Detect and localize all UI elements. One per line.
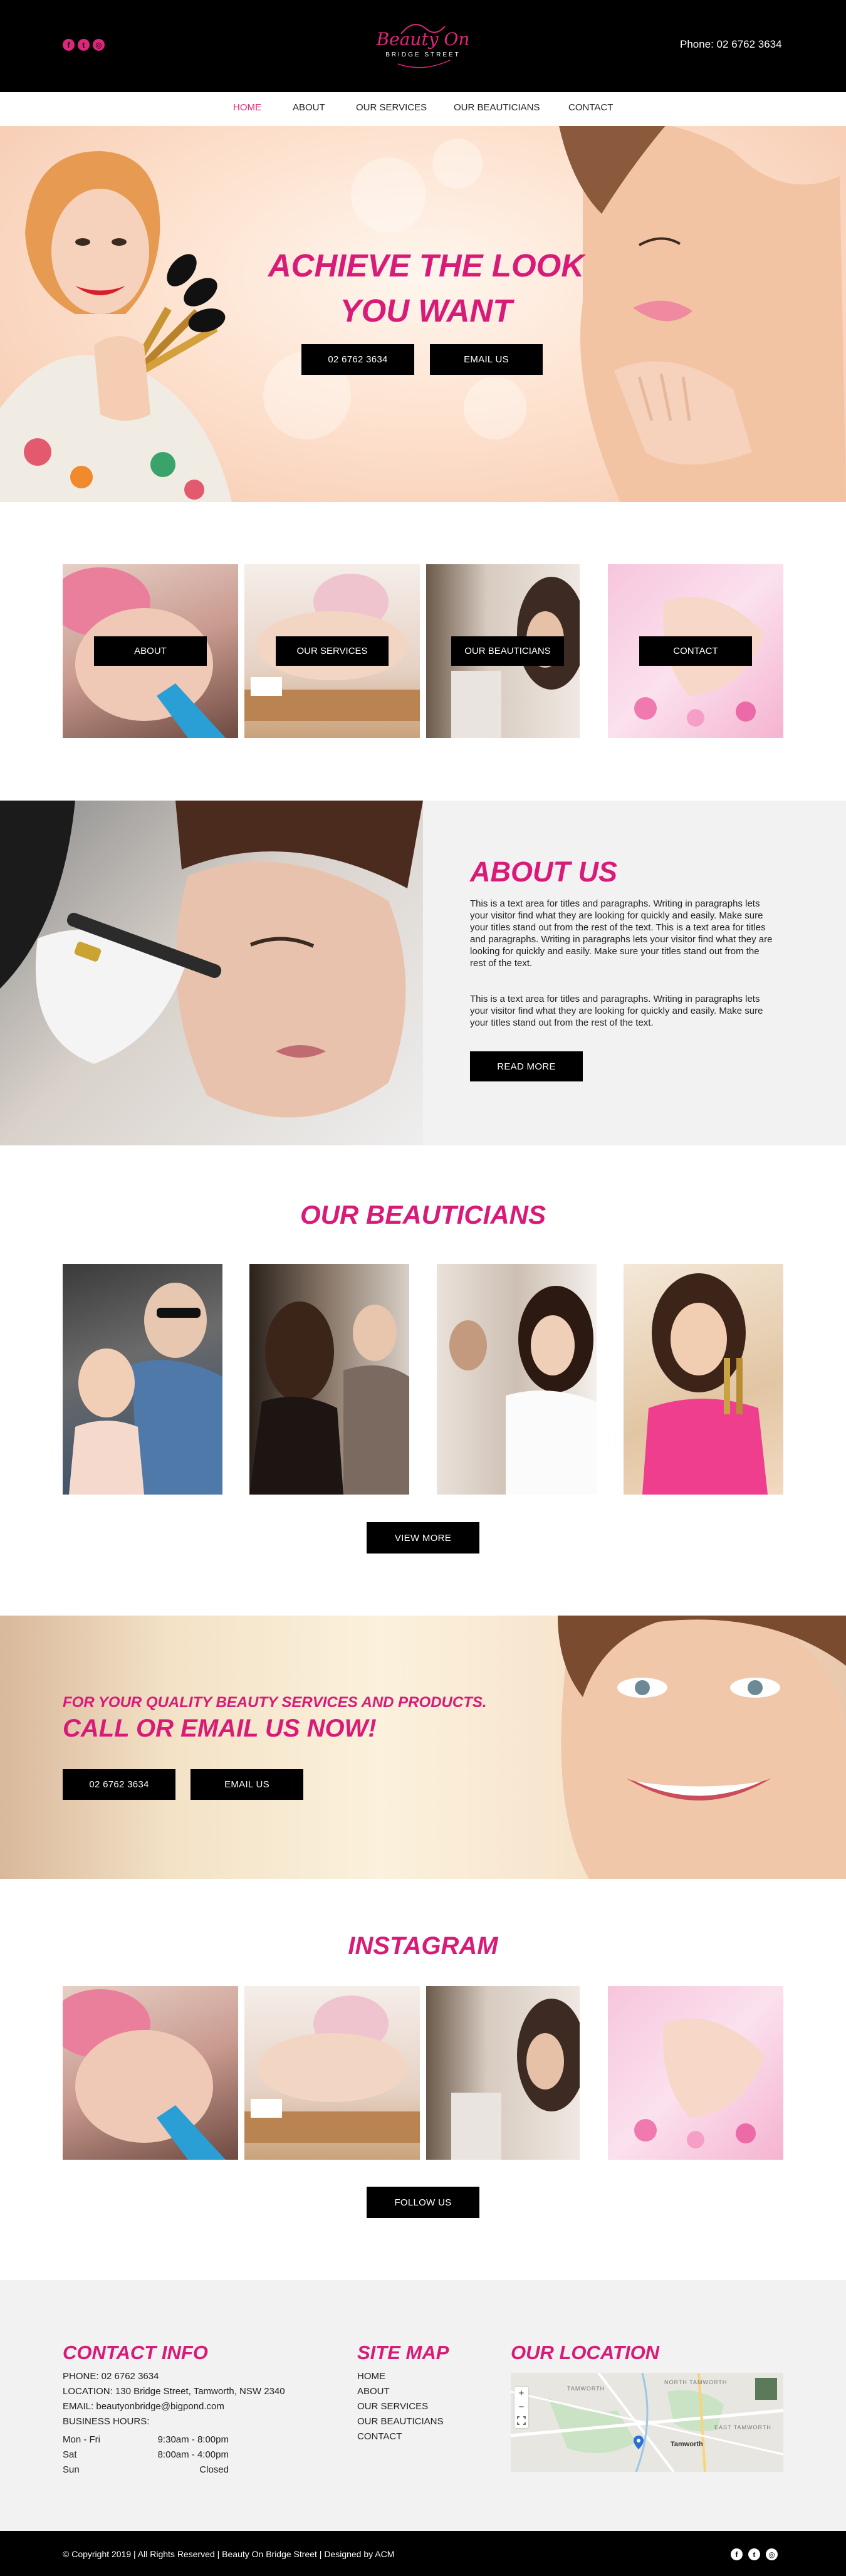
- about-paragraph-1: This is a text area for titles and parag…: [470, 898, 773, 969]
- logo-subtitle: BRIDGE STREET: [385, 51, 461, 58]
- bokeh-light: [432, 139, 483, 189]
- logo[interactable]: Beauty On BRIDGE STREET: [376, 15, 470, 78]
- twitter-icon[interactable]: t: [748, 2548, 760, 2560]
- instagram-post-1-image: [63, 1989, 226, 2160]
- instagram-post-4[interactable]: [608, 1986, 783, 2160]
- nav-contact[interactable]: CONTACT: [568, 102, 613, 113]
- footer-location: LOCATION: 130 Bridge Street, Tamworth, N…: [63, 2386, 285, 2397]
- cta-subtitle: FOR YOUR QUALITY BEAUTY SERVICES AND PRO…: [63, 1694, 487, 1711]
- facebook-icon[interactable]: f: [63, 39, 75, 51]
- sitemap-link-home[interactable]: HOME: [357, 2369, 385, 2384]
- hours-day: Sun: [63, 2464, 80, 2475]
- hero-phone-button[interactable]: 02 6762 3634: [301, 344, 414, 375]
- about-photo: [0, 801, 423, 1118]
- nav-our-services[interactable]: OUR SERVICES: [356, 102, 427, 113]
- twitter-icon[interactable]: t: [78, 39, 90, 51]
- instagram-post-3-image: [451, 1999, 580, 2160]
- beautician-photo-2-image: [249, 1301, 409, 1495]
- hours-day: Mon - Fri: [63, 2434, 100, 2445]
- hero-banner: ACHIEVE THE LOOK YOU WANT: [0, 126, 846, 502]
- beautician-photo-1[interactable]: [63, 1264, 222, 1495]
- our-location-title: OUR LOCATION: [511, 2342, 660, 2363]
- instagram-post-2[interactable]: [244, 1986, 420, 2160]
- hours-time: 9:30am - 8:00pm: [157, 2434, 229, 2445]
- sitemap-link-services[interactable]: OUR SERVICES: [357, 2399, 428, 2414]
- map-area-label: TAMWORTH: [567, 2385, 605, 2392]
- tile-services-button[interactable]: OUR SERVICES: [276, 636, 389, 666]
- tile-about-button[interactable]: ABOUT: [94, 636, 207, 666]
- map-pin-icon[interactable]: [634, 2436, 644, 2449]
- beautician-photo-2[interactable]: [249, 1264, 409, 1495]
- about-image: [0, 801, 423, 1145]
- map-fullscreen-icon[interactable]: [516, 2416, 526, 2426]
- cta-email-button[interactable]: EMAIL US: [191, 1769, 303, 1800]
- hours-time: 8:00am - 4:00pm: [157, 2449, 229, 2460]
- view-more-button[interactable]: VIEW MORE: [367, 1522, 479, 1553]
- instagram-title: INSTAGRAM: [348, 1932, 498, 1960]
- cta-banner: FOR YOUR QUALITY BEAUTY SERVICES AND PRO…: [0, 1616, 846, 1879]
- instagram-post-3[interactable]: [426, 1986, 580, 2160]
- tile-beauticians-button[interactable]: OUR BEAUTICIANS: [451, 636, 564, 666]
- instagram-post-1[interactable]: [63, 1986, 238, 2160]
- nav-our-beauticians[interactable]: OUR BEAUTICIANS: [454, 102, 540, 113]
- beautician-photo-1-image: [69, 1283, 222, 1495]
- footer-phone[interactable]: PHONE: 02 6762 3634: [63, 2369, 159, 2384]
- hero-model-left-image: [0, 151, 232, 502]
- contact-info-title: CONTACT INFO: [63, 2342, 208, 2363]
- cta-phone-button[interactable]: 02 6762 3634: [63, 1769, 175, 1800]
- bokeh-light: [464, 377, 526, 439]
- map-area-label: EAST TAMWORTH: [714, 2424, 771, 2431]
- instagram-icon[interactable]: ◎: [766, 2548, 778, 2560]
- hero-email-button[interactable]: EMAIL US: [430, 344, 543, 375]
- beautician-photo-3-image: [449, 1286, 597, 1495]
- beauticians-title: OUR BEAUTICIANS: [300, 1200, 546, 1229]
- tile-contact-button[interactable]: CONTACT: [639, 636, 752, 666]
- cta-title: CALL OR EMAIL US NOW!: [63, 1715, 377, 1742]
- hours-day: Sat: [63, 2449, 77, 2460]
- about-title: ABOUT US: [470, 856, 617, 888]
- logo-script: Beauty On: [376, 29, 470, 50]
- map-zoom-in-button[interactable]: +: [514, 2387, 528, 2400]
- footer-email[interactable]: EMAIL: beautyonbridge@bigpond.com: [63, 2399, 224, 2414]
- follow-us-button[interactable]: FOLLOW US: [367, 2187, 479, 2218]
- hero-title-line2: YOU WANT: [340, 293, 513, 329]
- hours-time: Closed: [199, 2464, 229, 2475]
- nav-home[interactable]: HOME: [233, 102, 261, 113]
- sitemap-link-contact[interactable]: CONTACT: [357, 2429, 402, 2444]
- facebook-icon[interactable]: f: [731, 2548, 743, 2560]
- beautician-photo-4[interactable]: [624, 1264, 783, 1495]
- header-phone[interactable]: Phone: 02 6762 3634: [680, 38, 782, 51]
- bokeh-light: [351, 157, 426, 233]
- hero-title-line1: ACHIEVE THE LOOK: [268, 248, 585, 283]
- cta-model-image: [558, 1616, 846, 1879]
- instagram-post-2-image: [244, 1995, 420, 2143]
- about-panel: [423, 801, 846, 1145]
- read-more-button[interactable]: READ MORE: [470, 1051, 583, 1081]
- map-area-label: NORTH TAMWORTH: [664, 2379, 728, 2385]
- beautician-photo-4-image: [642, 1273, 768, 1495]
- business-hours-label: BUSINESS HOURS:: [63, 2416, 150, 2427]
- copyright-text: © Copyright 2019 | All Rights Reserved |…: [63, 2549, 395, 2559]
- site-map-title: SITE MAP: [357, 2342, 449, 2363]
- map-place-label: Tamworth: [671, 2441, 703, 2448]
- instagram-icon[interactable]: ◎: [93, 39, 105, 51]
- beautician-photo-3[interactable]: [437, 1264, 597, 1495]
- location-map[interactable]: + − Tamworth NORTH TAMWORTH EAST TAMWORT…: [511, 2373, 783, 2472]
- map-tiles-image: [511, 2373, 783, 2472]
- nav-about[interactable]: ABOUT: [293, 102, 325, 113]
- map-zoom-out-button[interactable]: −: [514, 2400, 528, 2414]
- instagram-post-4-image: [634, 2018, 765, 2148]
- sitemap-link-beauticians[interactable]: OUR BEAUTICIANS: [357, 2414, 444, 2429]
- sitemap-link-about[interactable]: ABOUT: [357, 2384, 390, 2399]
- about-paragraph-2: This is a text area for titles and parag…: [470, 994, 763, 1028]
